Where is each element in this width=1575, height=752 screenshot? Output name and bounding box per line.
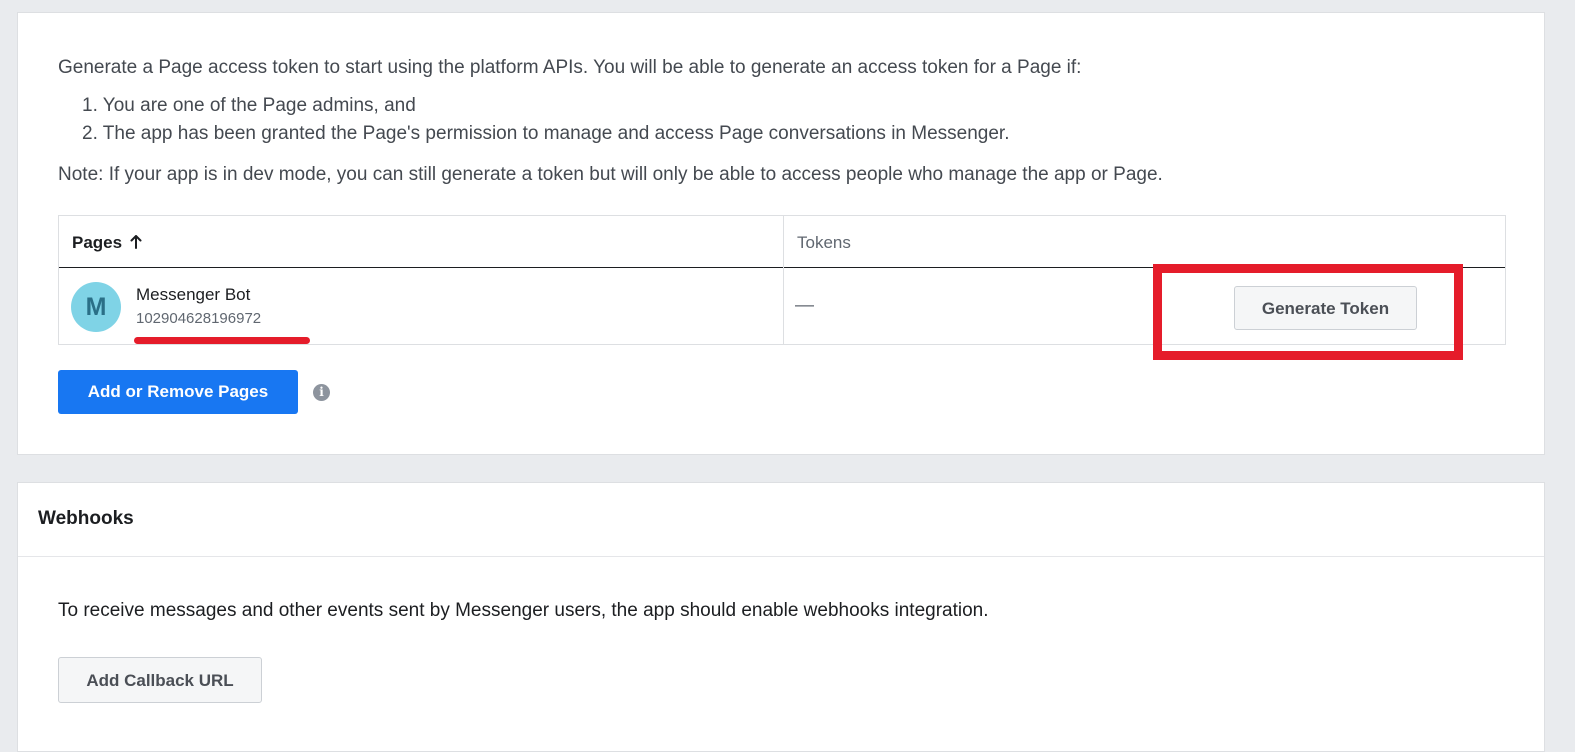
page-id-annotation-underline [134,337,310,344]
page-id: 102904628196972 [136,310,262,327]
dev-mode-note: Note: If your app is in dev mode, you ca… [58,164,1163,185]
info-icon[interactable]: i [313,384,330,401]
webhooks-header: Webhooks [18,483,1544,557]
page-name: Messenger Bot [136,285,251,304]
pages-column-header[interactable]: Pages [72,233,142,254]
webhooks-title: Webhooks [38,508,134,529]
token-value: — [795,295,814,316]
access-token-card: Generate a Page access token to start us… [17,12,1545,455]
arrow-up-icon[interactable] [130,234,142,254]
tokens-column-header: Tokens [797,233,851,252]
column-divider [783,216,784,344]
condition-item-2: 2. The app has been granted the Page's p… [82,123,1010,144]
webhooks-description: To receive messages and other events sen… [58,600,989,621]
avatar: M [71,282,121,332]
add-callback-url-button[interactable]: Add Callback URL [58,657,262,703]
pages-header-label: Pages [72,233,123,252]
generate-token-annotation-box [1153,264,1463,360]
add-remove-pages-button[interactable]: Add or Remove Pages [58,370,298,414]
webhooks-card: Webhooks To receive messages and other e… [17,482,1545,752]
intro-text: Generate a Page access token to start us… [58,57,1082,78]
condition-item-1: 1. You are one of the Page admins, and [82,95,416,116]
